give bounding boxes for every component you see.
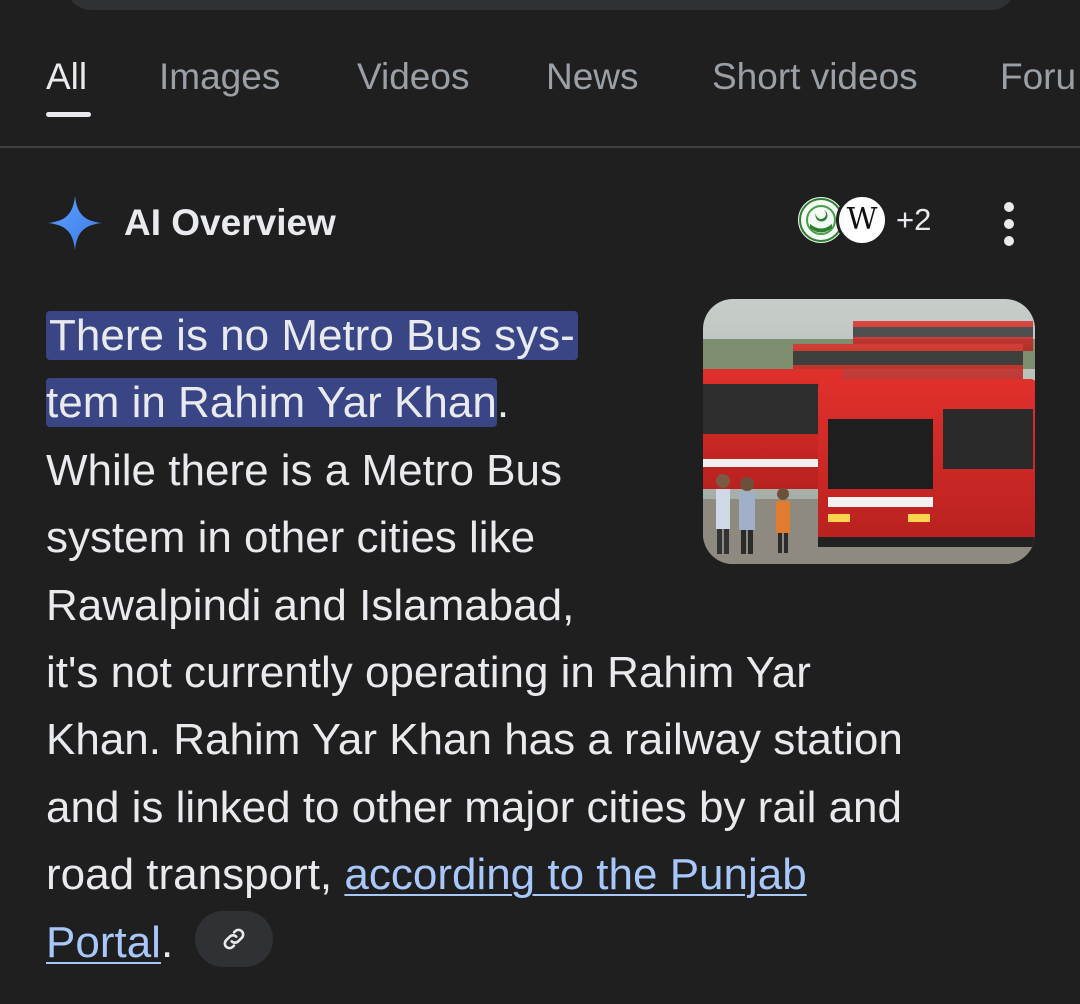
link-icon: [223, 928, 245, 950]
highlighted-answer-line-2: tem in Rahim Yar Khan: [46, 378, 497, 428]
more-options-icon[interactable]: [990, 202, 1030, 246]
overview-line: system in other cities like: [46, 513, 536, 563]
tab-all[interactable]: All: [46, 56, 87, 98]
ai-overview-text: There is no Metro Bus sys- tem in Rahim …: [46, 302, 1046, 976]
overview-line: and is linked to other major cities by r…: [46, 782, 902, 832]
final-period: .: [160, 917, 174, 967]
tab-short-videos[interactable]: Short videos: [712, 56, 918, 98]
overview-line: Khan. Rahim Yar Khan has a railway stati…: [46, 715, 903, 765]
search-tabs: All Images Videos News Short videos Foru: [0, 40, 1080, 148]
overview-line: road transport,: [46, 850, 345, 900]
more-sources-count[interactable]: +2: [896, 202, 931, 238]
tab-news[interactable]: News: [546, 56, 639, 98]
punjab-portal-link[interactable]: according to the Punjab: [344, 850, 806, 899]
ai-overview-header: AI Overview W +2: [0, 190, 1080, 260]
punjab-portal-link-cont[interactable]: Portal: [46, 918, 161, 967]
ai-overview-title: AI Overview: [124, 202, 336, 243]
source-link-button[interactable]: [195, 910, 274, 967]
tab-videos[interactable]: Videos: [357, 56, 469, 98]
overview-line: Rawalpindi and Islamabad,: [46, 580, 575, 630]
tab-images[interactable]: Images: [159, 56, 280, 98]
overview-line: While there is a Metro Bus: [46, 445, 562, 495]
tab-forums[interactable]: Foru: [1000, 56, 1076, 98]
sparkle-icon: [48, 196, 102, 250]
tab-all-underline: [46, 112, 91, 117]
answer-period: .: [496, 378, 510, 428]
highlighted-answer-line-1: There is no Metro Bus sys-: [46, 311, 578, 360]
search-bar[interactable]: [66, 0, 1016, 10]
wikipedia-icon[interactable]: W: [836, 194, 888, 246]
overview-line: it's not currently operating in Rahim Ya…: [46, 647, 811, 697]
